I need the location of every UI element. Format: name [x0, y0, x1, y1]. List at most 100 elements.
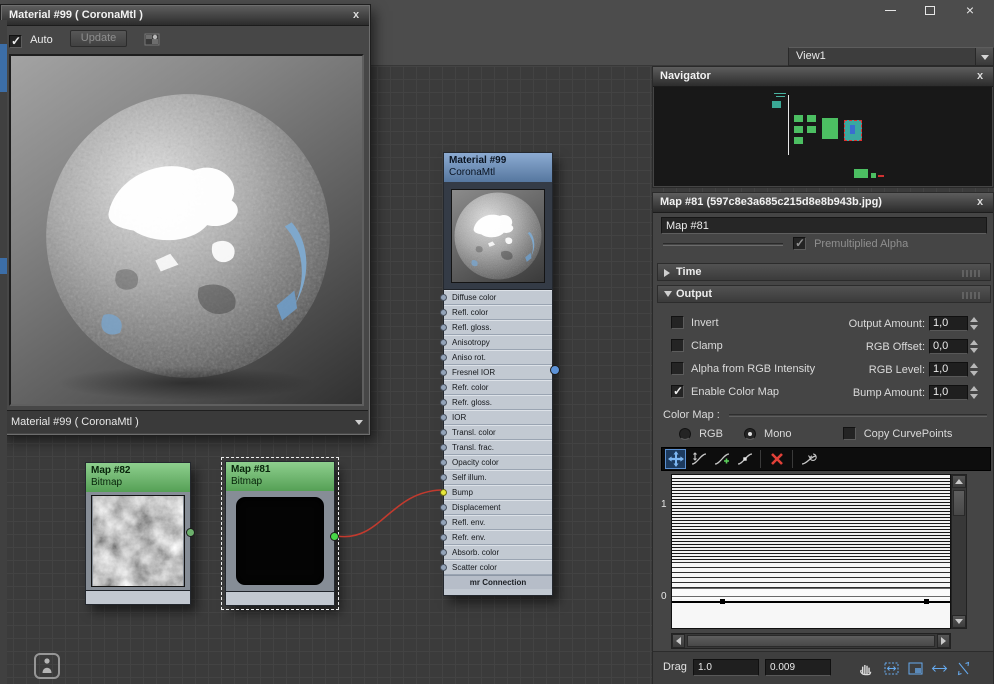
- slot-input-socket[interactable]: [440, 369, 447, 376]
- rgb-level-spinner[interactable]: 1,0: [929, 362, 979, 377]
- spinner-arrows[interactable]: [968, 362, 979, 377]
- rgb-offset-value[interactable]: 0,0: [929, 339, 968, 354]
- chevron-down-icon[interactable]: [975, 48, 993, 65]
- slot-input-socket[interactable]: [440, 294, 447, 301]
- delete-point-button[interactable]: [766, 449, 787, 469]
- material-slot-displacement[interactable]: Displacement: [440, 500, 552, 515]
- material-window-titlebar[interactable]: Material #99 ( CoronaMtl ) x: [2, 6, 369, 26]
- copy-curvepoints-checkbox[interactable]: [842, 427, 856, 440]
- scroll-right-button[interactable]: [937, 634, 950, 648]
- scroll-down-button[interactable]: [952, 615, 966, 628]
- map82-output-socket[interactable]: [186, 528, 195, 537]
- mr-connection-slot[interactable]: mr Connection: [444, 575, 552, 589]
- output-rollout[interactable]: Output: [657, 285, 991, 303]
- material-preview-viewport[interactable]: [9, 54, 364, 406]
- material-slot-opacity-color[interactable]: Opacity color: [440, 455, 552, 470]
- material-slot-aniso-rot[interactable]: Aniso rot.: [440, 350, 552, 365]
- material-slot-absorb-color[interactable]: Absorb. color: [440, 545, 552, 560]
- material-slot-transl-color[interactable]: Transl. color: [440, 425, 552, 440]
- slot-input-socket[interactable]: [440, 339, 447, 346]
- auto-checkbox[interactable]: [9, 34, 22, 48]
- material-output-socket[interactable]: [550, 365, 560, 375]
- material-slot-bump[interactable]: Bump: [440, 485, 552, 500]
- rgb-radio[interactable]: [679, 427, 691, 440]
- slot-input-socket[interactable]: [440, 309, 447, 316]
- add-point-button[interactable]: [711, 449, 732, 469]
- scroll-up-button[interactable]: [952, 475, 966, 488]
- close-icon[interactable]: x: [349, 6, 363, 25]
- map-panel-titlebar[interactable]: Map #81 (597c8e3a685c215d8e8b943b.jpg) x: [653, 193, 993, 213]
- premultiplied-alpha-checkbox[interactable]: [793, 236, 806, 250]
- zoom-value-extents-icon[interactable]: [953, 659, 973, 677]
- scale-point-button[interactable]: [688, 449, 709, 469]
- node-header[interactable]: Map #81 Bitmap: [226, 462, 334, 491]
- material-slot-fresnel-ior[interactable]: Fresnel IOR: [440, 365, 552, 380]
- move-point-button[interactable]: [665, 449, 686, 469]
- map-name-input[interactable]: [661, 217, 987, 234]
- slot-input-socket[interactable]: [440, 549, 447, 556]
- map81-output-socket[interactable]: [330, 532, 339, 541]
- rgb-level-value[interactable]: 1,0: [929, 362, 968, 377]
- show-shaded-material-icon[interactable]: [144, 31, 160, 50]
- slot-input-socket[interactable]: [440, 534, 447, 541]
- curve-point-handle[interactable]: [924, 599, 929, 604]
- material-slot-refr-color[interactable]: Refr. color: [440, 380, 552, 395]
- slot-input-socket[interactable]: [440, 489, 447, 496]
- bitmap-thumbnail[interactable]: [86, 492, 190, 590]
- material-preview-window[interactable]: Material #99 ( CoronaMtl ) x Auto Update…: [1, 5, 370, 435]
- rgb-offset-spinner[interactable]: 0,0: [929, 339, 979, 354]
- spinner-arrows[interactable]: [968, 339, 979, 354]
- material-slot-anisotropy[interactable]: Anisotropy: [440, 335, 552, 350]
- reset-curves-button[interactable]: [798, 449, 819, 469]
- material-slot-self-illum[interactable]: Self illum.: [440, 470, 552, 485]
- output-amount-value[interactable]: 1,0: [929, 316, 968, 331]
- slot-input-socket[interactable]: [440, 429, 447, 436]
- slot-input-socket[interactable]: [440, 399, 447, 406]
- slot-input-socket[interactable]: [440, 459, 447, 466]
- node-map-82[interactable]: Map #82 Bitmap: [85, 462, 191, 605]
- close-icon[interactable]: x: [973, 67, 987, 86]
- material-slot-scatter-color[interactable]: Scatter color: [440, 560, 552, 575]
- node-material-99[interactable]: Material #99 CoronaMtl Diffuse color Refl…: [440, 152, 553, 596]
- spinner-arrows[interactable]: [968, 316, 979, 331]
- navigator-titlebar[interactable]: Navigator x: [653, 67, 993, 87]
- curve-x-value-field[interactable]: 1.0: [693, 659, 759, 676]
- scrollbar-thumb[interactable]: [687, 635, 935, 647]
- material-slot-ior[interactable]: IOR: [440, 410, 552, 425]
- clamp-checkbox[interactable]: [671, 339, 684, 352]
- material-slot-diffuse-color[interactable]: Diffuse color: [440, 290, 552, 305]
- node-header[interactable]: Map #82 Bitmap: [86, 463, 190, 492]
- curve-vertical-scrollbar[interactable]: [951, 474, 967, 629]
- bitmap-thumbnail[interactable]: [226, 491, 334, 591]
- bump-amount-spinner[interactable]: 1,0: [929, 385, 979, 400]
- spinner-arrows[interactable]: [968, 385, 979, 400]
- zoom-horizontal-extents-icon[interactable]: [929, 659, 949, 677]
- node-map-81[interactable]: Map #81 Bitmap: [221, 457, 339, 610]
- curve-point-handle[interactable]: [720, 599, 725, 604]
- curve-line[interactable]: [672, 601, 950, 603]
- invert-checkbox[interactable]: [671, 316, 684, 329]
- scrollbar-thumb[interactable]: [953, 490, 965, 516]
- alpha-from-rgb-checkbox[interactable]: [671, 362, 684, 375]
- curve-graph[interactable]: [671, 474, 951, 629]
- slot-input-socket[interactable]: [440, 504, 447, 511]
- enable-color-map-checkbox[interactable]: [671, 384, 684, 398]
- time-rollout[interactable]: Time: [657, 263, 991, 281]
- material-slot-refr-gloss[interactable]: Refr. gloss.: [440, 395, 552, 410]
- slot-input-socket[interactable]: [440, 324, 447, 331]
- mono-radio[interactable]: [743, 427, 756, 440]
- navigator-minimap[interactable]: [654, 87, 992, 186]
- close-icon[interactable]: x: [973, 193, 987, 212]
- maximize-button[interactable]: [910, 0, 950, 20]
- slot-input-socket[interactable]: [440, 564, 447, 571]
- figure-lock-icon[interactable]: [34, 653, 60, 679]
- material-slot-transl-frac[interactable]: Transl. frac.: [440, 440, 552, 455]
- bump-amount-value[interactable]: 1,0: [929, 385, 968, 400]
- curve-y-value-field[interactable]: 0.009: [765, 659, 831, 676]
- output-amount-spinner[interactable]: 1,0: [929, 316, 979, 331]
- material-thumbnail[interactable]: [444, 182, 552, 290]
- curve-horizontal-scrollbar[interactable]: [671, 633, 951, 649]
- material-selector-dropdown[interactable]: Material #99 ( CoronaMtl ): [3, 410, 368, 433]
- zoom-region-icon[interactable]: [905, 659, 925, 677]
- scroll-left-button[interactable]: [672, 634, 685, 648]
